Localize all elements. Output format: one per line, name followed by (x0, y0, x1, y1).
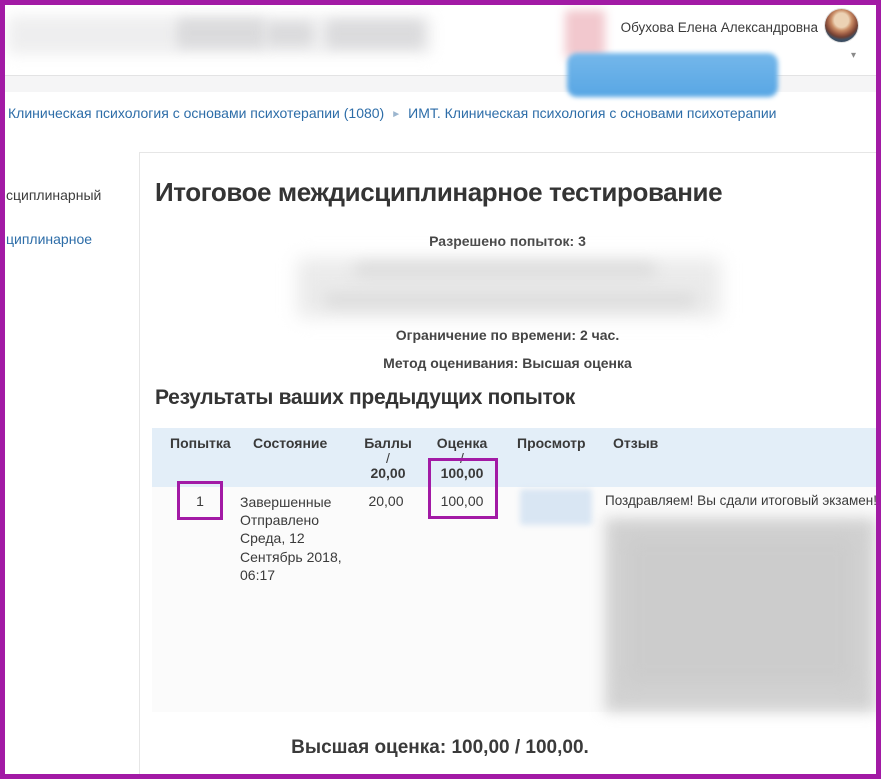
sidebar-item-mezhdisciplinarny[interactable]: сциплинарный (6, 187, 101, 203)
sidebar-item-mezhdisciplinarnoe[interactable]: циплинарное (6, 231, 92, 247)
screenshot-frame: Обухова Елена Александровна ▾ Клиническа… (0, 0, 881, 779)
col-header-grade: Оценка (432, 435, 492, 451)
redacted-feedback-block-inner (625, 535, 855, 685)
annotation-box-grade (428, 458, 498, 519)
redacted-quiz-info-line (325, 293, 695, 307)
results-heading: Результаты ваших предыдущих попыток (155, 386, 575, 410)
page-title: Итоговое междисциплинарное тестирование (155, 177, 722, 208)
redacted-nav-item (177, 18, 265, 48)
annotation-box-attempt (177, 481, 223, 520)
redacted-action-button[interactable] (567, 53, 778, 97)
cell-state: Завершенные Отправлено Среда, 12 Сентябр… (240, 493, 354, 584)
attempts-allowed-text: Разрешено попыток: 3 (139, 233, 876, 249)
redacted-nav-item (267, 22, 312, 46)
user-avatar[interactable] (825, 9, 858, 42)
grading-method-text: Метод оценивания: Высшая оценка (139, 355, 876, 371)
cell-feedback-text: Поздравляем! Вы сдали итоговый экзамен! (605, 493, 876, 508)
col-header-marks: Баллы (358, 435, 418, 451)
breadcrumb-link-activity[interactable]: ИМТ. Клиническая психология с основами п… (408, 105, 776, 121)
final-grade-text: Высшая оценка: 100,00 / 100,00. (150, 737, 730, 759)
col-header-marks-max: 20,00 (358, 465, 418, 481)
col-header-attempt: Попытка (170, 435, 231, 451)
col-header-marks-slash: / (358, 450, 418, 466)
time-limit-text: Ограничение по времени: 2 час. (139, 327, 876, 343)
breadcrumb-separator-icon: ► (384, 109, 408, 120)
state-line-finished: Завершенные (240, 493, 354, 511)
redacted-nav-item (327, 20, 423, 48)
state-line-submitted: Отправлено Среда, 12 Сентябрь 2018, 06:1… (240, 511, 354, 584)
cell-marks: 20,00 (356, 493, 416, 509)
redacted-quiz-info-line (355, 263, 655, 277)
redacted-review-link[interactable] (520, 489, 592, 525)
breadcrumb-link-course[interactable]: Клиническая психология с основами психот… (8, 105, 384, 121)
breadcrumb: Клиническая психология с основами психот… (8, 105, 776, 121)
user-name[interactable]: Обухова Елена Александровна (598, 20, 818, 35)
col-header-feedback: Отзыв (613, 435, 658, 451)
col-header-review: Просмотр (517, 435, 586, 451)
col-header-state: Состояние (253, 435, 327, 451)
user-menu-caret-icon[interactable]: ▾ (851, 50, 856, 61)
